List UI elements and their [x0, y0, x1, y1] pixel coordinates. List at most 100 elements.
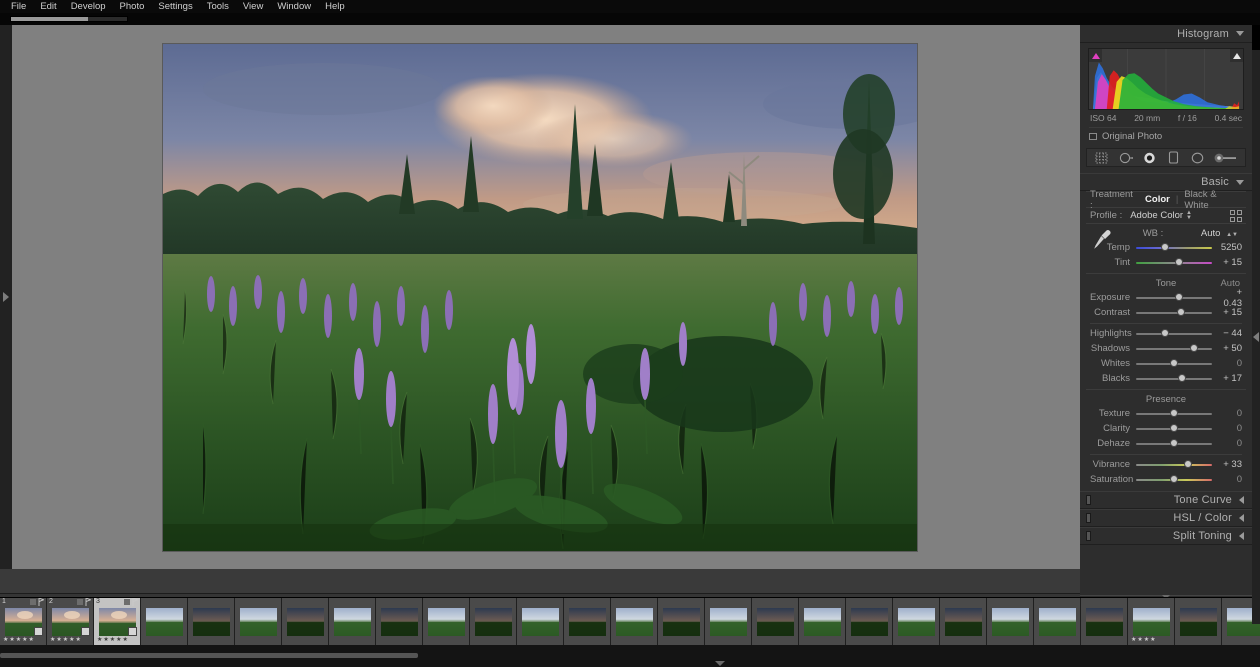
filmstrip-thumbnail[interactable]	[470, 598, 517, 645]
texture-value[interactable]: 0	[1212, 408, 1242, 419]
original-photo-row[interactable]: Original Photo	[1089, 127, 1243, 142]
whites-value[interactable]: 0	[1212, 358, 1242, 369]
thumbnail-pick-flag-icon[interactable]	[132, 598, 138, 606]
saturation-value[interactable]: 0	[1212, 474, 1242, 485]
panel-switch-icon[interactable]	[1086, 513, 1091, 523]
wb-value[interactable]: Auto ▲▼	[1201, 228, 1238, 239]
temp-slider[interactable]	[1136, 242, 1212, 253]
shadows-slider[interactable]	[1136, 343, 1212, 354]
dehaze-slider[interactable]	[1136, 438, 1212, 449]
thumbnail-develop-badge[interactable]	[34, 627, 43, 636]
filmstrip-thumbnail[interactable]	[235, 598, 282, 645]
filmstrip-thumbnail[interactable]	[658, 598, 705, 645]
thumbnail-rating[interactable]: ★★★★	[1131, 637, 1157, 644]
filmstrip-thumbnail[interactable]	[517, 598, 564, 645]
vibrance-slider[interactable]	[1136, 459, 1212, 470]
clarity-slider[interactable]	[1136, 423, 1212, 434]
filmstrip-thumbnail[interactable]	[282, 598, 329, 645]
filmstrip-thumbnail[interactable]	[1081, 598, 1128, 645]
filmstrip-thumbnail[interactable]: 2 ★★★★★	[47, 598, 94, 645]
filmstrip-thumbnail[interactable]	[752, 598, 799, 645]
panel-switch-icon[interactable]	[1086, 531, 1091, 541]
saturation-slider[interactable]	[1136, 474, 1212, 485]
contrast-slider[interactable]	[1136, 307, 1212, 318]
thumbnail-flag-icon[interactable]	[124, 599, 130, 605]
clarity-value[interactable]: 0	[1212, 423, 1242, 434]
exposure-slider[interactable]	[1136, 292, 1212, 303]
menu-item-window[interactable]: Window	[270, 0, 318, 13]
temp-knob[interactable]	[1160, 243, 1169, 251]
treatment-bw-option[interactable]: Black & White	[1184, 189, 1242, 211]
contrast-knob[interactable]	[1176, 308, 1185, 316]
profile-value[interactable]: Adobe Color	[1130, 210, 1183, 221]
highlights-slider[interactable]	[1136, 328, 1212, 339]
temp-value[interactable]: 5250	[1212, 242, 1242, 253]
thumbnail-rating[interactable]: ★★★★★	[50, 637, 82, 644]
tint-value[interactable]: + 15	[1212, 257, 1242, 268]
clarity-knob[interactable]	[1170, 424, 1178, 432]
spot-removal-icon[interactable]	[1118, 151, 1133, 165]
shadow-clipping-indicator[interactable]	[1089, 49, 1102, 62]
filmstrip-thumbnail[interactable]	[1175, 598, 1222, 645]
thumbnail-flag-icon[interactable]	[77, 599, 83, 605]
filmstrip-thumbnail[interactable]	[987, 598, 1034, 645]
shadows-value[interactable]: + 50	[1212, 343, 1242, 354]
filmstrip-scrollbar-thumb[interactable]	[0, 653, 418, 658]
menu-item-help[interactable]: Help	[318, 0, 352, 13]
treatment-color-option[interactable]: Color	[1145, 194, 1170, 205]
texture-knob[interactable]	[1170, 409, 1178, 417]
thumbnail-flag-icon[interactable]	[30, 599, 36, 605]
panel-header-tone-curve[interactable]: Tone Curve	[1080, 491, 1252, 509]
menu-item-file[interactable]: File	[4, 0, 33, 13]
whites-slider[interactable]	[1136, 358, 1212, 369]
filmstrip-thumbnail[interactable]	[846, 598, 893, 645]
filmstrip-scrollbar[interactable]	[0, 645, 1260, 667]
thumbnail-rating[interactable]: ★★★★★	[97, 637, 129, 644]
filmstrip-thumbnail[interactable]	[799, 598, 846, 645]
chevron-left-icon[interactable]	[1239, 514, 1244, 522]
highlights-knob[interactable]	[1160, 329, 1169, 337]
tint-knob[interactable]	[1175, 258, 1184, 266]
profile-browser-icon[interactable]	[1230, 209, 1242, 222]
thumbnail-pick-flag-icon[interactable]	[85, 598, 91, 606]
thumbnail-rating[interactable]: ★★★★★	[3, 637, 35, 644]
stepper-icon[interactable]: ▲▼	[1186, 210, 1192, 221]
original-photo-checkbox[interactable]	[1089, 133, 1097, 140]
image-canvas[interactable]	[0, 25, 1080, 569]
tint-slider[interactable]	[1136, 257, 1212, 268]
filmstrip-thumbnail[interactable]	[940, 598, 987, 645]
thumbnail-develop-badge[interactable]	[81, 627, 90, 636]
filmstrip-thumbnail[interactable]	[141, 598, 188, 645]
histogram-graph[interactable]	[1088, 48, 1244, 110]
photo-preview[interactable]	[163, 43, 917, 551]
menu-item-edit[interactable]: Edit	[33, 0, 63, 13]
menu-item-tools[interactable]: Tools	[200, 0, 236, 13]
vibrance-value[interactable]: + 33	[1212, 459, 1242, 470]
filmstrip-thumbnail[interactable]	[188, 598, 235, 645]
chevron-down-icon[interactable]	[1236, 31, 1244, 36]
menu-item-photo[interactable]: Photo	[113, 0, 152, 13]
filmstrip-thumbnail[interactable]	[564, 598, 611, 645]
right-panel-collapse-button[interactable]	[1252, 50, 1260, 624]
menu-item-settings[interactable]: Settings	[151, 0, 199, 13]
panel-header-hsl-color[interactable]: HSL / Color	[1080, 509, 1252, 527]
shadows-knob[interactable]	[1189, 344, 1198, 352]
dehaze-value[interactable]: 0	[1212, 438, 1242, 449]
filmstrip-thumbnail[interactable]	[1034, 598, 1081, 645]
saturation-knob[interactable]	[1170, 475, 1178, 483]
contrast-value[interactable]: + 15	[1212, 307, 1242, 318]
thumbnail-develop-badge[interactable]	[128, 627, 137, 636]
exposure-knob[interactable]	[1175, 293, 1184, 301]
filmstrip-thumbnail[interactable]: 3 ★★★★★	[94, 598, 141, 645]
panel-switch-icon[interactable]	[1086, 495, 1091, 505]
highlight-clipping-indicator[interactable]	[1230, 49, 1243, 62]
tone-auto-button[interactable]: Auto	[1220, 278, 1240, 289]
chevron-left-icon[interactable]	[1239, 532, 1244, 540]
menu-item-view[interactable]: View	[236, 0, 270, 13]
adjustment-brush-icon[interactable]	[1214, 151, 1238, 165]
red-eye-icon[interactable]	[1142, 151, 1157, 165]
filmstrip-thumbnail[interactable]	[329, 598, 376, 645]
filmstrip-collapse-caret-icon[interactable]	[715, 661, 725, 666]
radial-filter-icon[interactable]	[1190, 151, 1205, 165]
filmstrip-thumbnail[interactable]	[423, 598, 470, 645]
